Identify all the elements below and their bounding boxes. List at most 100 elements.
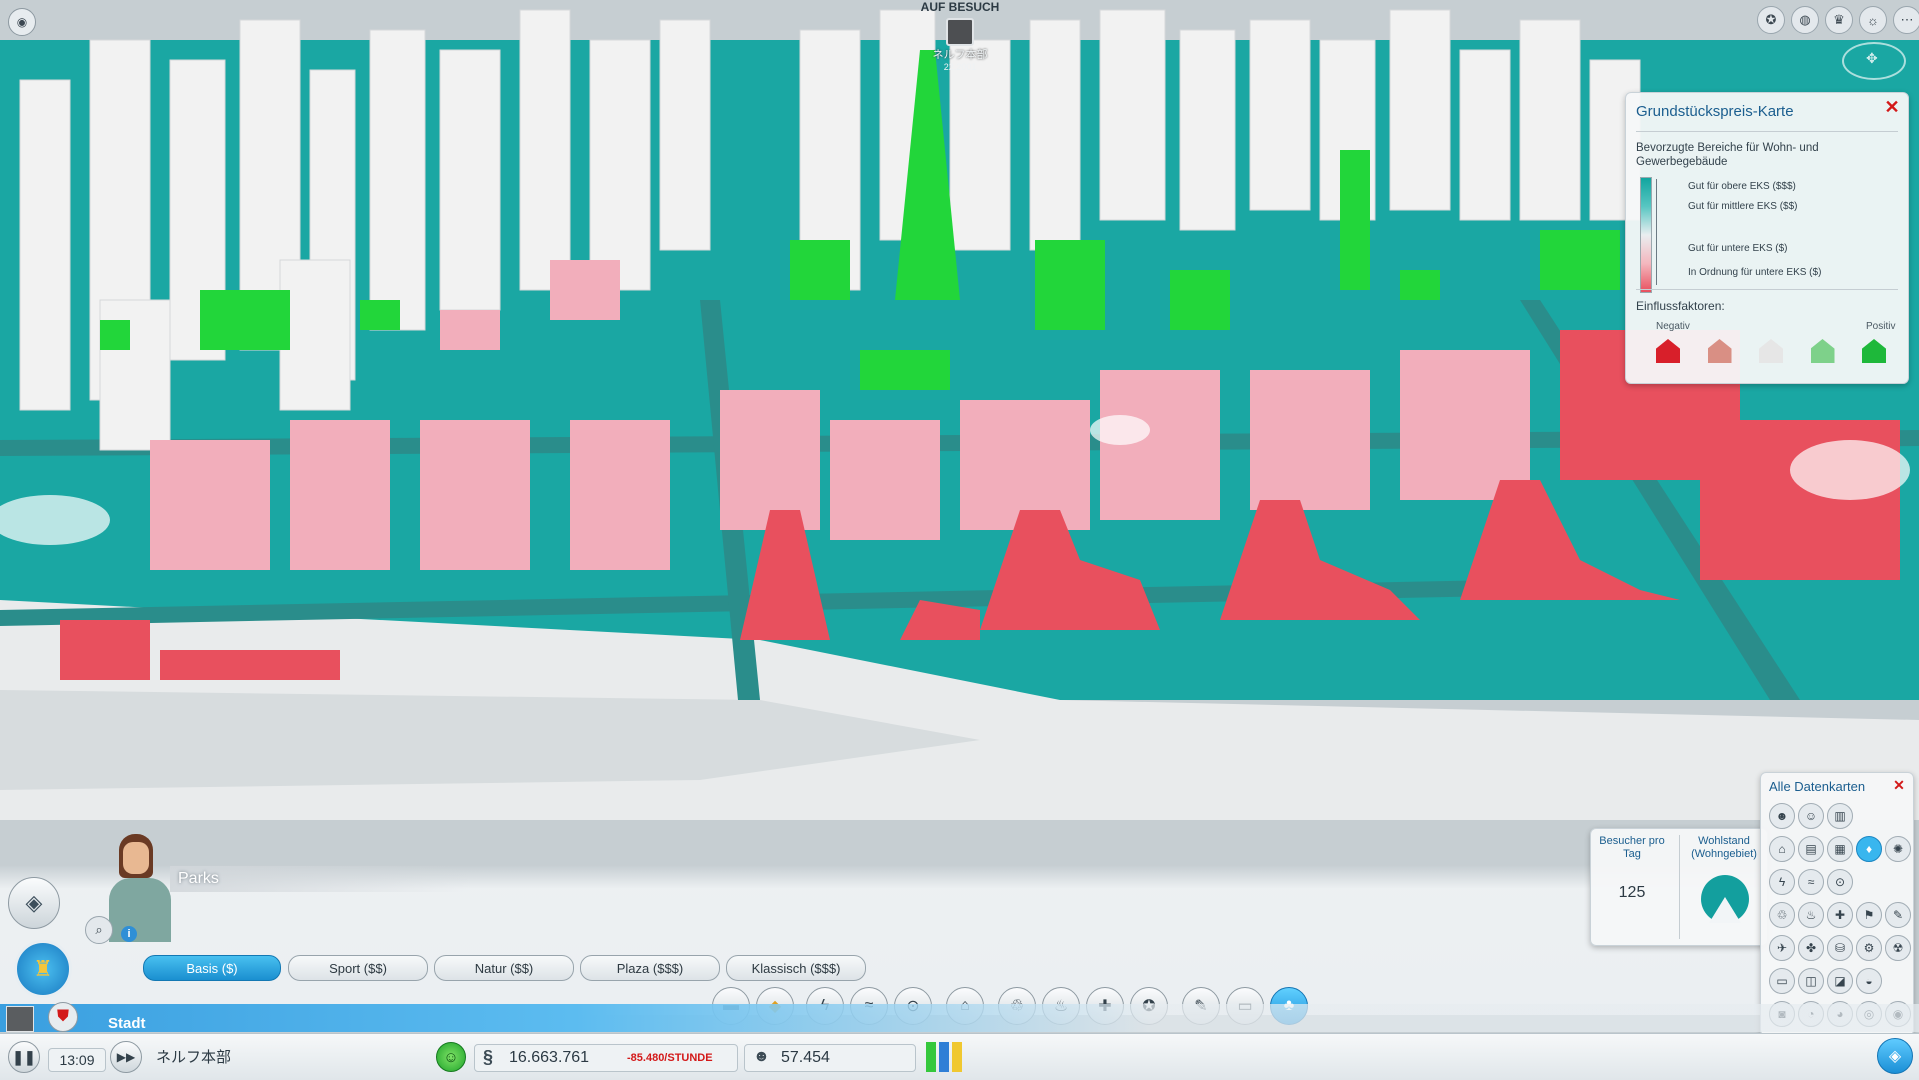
tourism-map-icon[interactable]: ✈ xyxy=(1769,935,1795,961)
region-shield-button[interactable]: ⛊ xyxy=(48,1002,78,1032)
happiness-map-icon[interactable]: ☺ xyxy=(1798,803,1824,829)
tab-park-sport[interactable]: Sport ($$) xyxy=(288,955,428,981)
pollution-map-icon[interactable]: ✺ xyxy=(1885,836,1911,862)
oil-map-icon[interactable]: ⛁ xyxy=(1827,935,1853,961)
camera-rotate-control[interactable]: ✥ xyxy=(1842,42,1906,80)
income-value: -85.480/STUNDE xyxy=(627,1052,713,1064)
factors-label: Einflussfaktoren: xyxy=(1636,299,1725,313)
info-icon[interactable]: i xyxy=(121,926,137,942)
population-map-icon[interactable]: ☻ xyxy=(1769,803,1795,829)
visitors-label: Besucher pro Tag xyxy=(1599,835,1665,860)
demand-commercial-bar xyxy=(939,1042,949,1072)
factor-positive-house-icon xyxy=(1810,339,1835,363)
land-value-close-button[interactable]: ✕ xyxy=(1882,97,1902,117)
population-value: 57.454 xyxy=(781,1049,830,1066)
population-panel[interactable]: ☻ 57.454 xyxy=(744,1044,916,1072)
data-maps-close-button[interactable]: ✕ xyxy=(1889,775,1909,795)
weather-icon[interactable]: ☼ xyxy=(1859,6,1887,34)
factor-negative-house-icon xyxy=(1707,339,1732,363)
visitors-value: 125 xyxy=(1618,884,1646,901)
data-maps-grid: ☻ ☺ ▥ ⌂ ▤ ▦ ♦ ✺ ϟ ≈ ⊙ ♲ ♨ ✚ ⚑ ✎ ✈ ✤ ⛁ ⚙ … xyxy=(1769,803,1911,1027)
rci-demand-meter[interactable] xyxy=(926,1040,972,1072)
globe-icon[interactable]: ◍ xyxy=(1791,6,1819,34)
clock-display: 13:09 xyxy=(48,1048,106,1072)
water-map-icon[interactable]: ≈ xyxy=(1798,869,1824,895)
sewage-map-icon[interactable]: ⊙ xyxy=(1827,869,1853,895)
stats-divider xyxy=(1679,835,1680,939)
advisor-face xyxy=(123,842,149,874)
tab-park-classic[interactable]: Klassisch ($$$) xyxy=(726,955,866,981)
factors-row xyxy=(1656,339,1886,363)
land-value-title: Grundstückspreis-Karte xyxy=(1636,103,1794,120)
player-avatar-button[interactable] xyxy=(6,1006,34,1032)
wealth-label: Wohlstand (Wohngebiet) xyxy=(1691,835,1757,860)
ore-map-icon[interactable]: ⚙ xyxy=(1856,935,1882,961)
health-map-icon[interactable]: ✚ xyxy=(1827,902,1853,928)
factors-negative-label: Negativ xyxy=(1656,321,1690,332)
layer-toggle-button[interactable]: ◈ xyxy=(8,877,60,929)
tab-park-plaza[interactable]: Plaza ($$$) xyxy=(580,955,720,981)
region-strip xyxy=(0,1004,1919,1032)
ferry-map-icon[interactable]: ◒ xyxy=(1856,968,1882,994)
density-map-icon[interactable]: ▥ xyxy=(1827,803,1853,829)
visiting-label: AUF BESUCH xyxy=(920,0,1000,14)
visiting-city-name: ネルフ本部 xyxy=(932,49,988,61)
layers-icon: ◈ xyxy=(25,890,43,915)
demand-residential-bar xyxy=(926,1042,936,1072)
badge-icon[interactable]: ✪ xyxy=(1757,6,1785,34)
fire-map-icon[interactable]: ♨ xyxy=(1798,902,1824,928)
train-map-icon[interactable]: ◪ xyxy=(1827,968,1853,994)
tram-map-icon[interactable]: ◫ xyxy=(1798,968,1824,994)
menu-icon[interactable]: ⋯ xyxy=(1893,6,1919,34)
power-map-icon[interactable]: ϟ xyxy=(1769,869,1795,895)
crime-map-icon[interactable]: ⚑ xyxy=(1856,902,1882,928)
tab-park-plaza-label: Plaza ($$$) xyxy=(616,960,684,976)
pause-button[interactable]: ❚❚ xyxy=(8,1041,40,1073)
tab-park-basic-label: Basis ($) xyxy=(186,960,238,976)
tab-park-nature[interactable]: Natur ($$) xyxy=(434,955,574,981)
land-value-map-icon[interactable]: ♦ xyxy=(1856,836,1882,862)
visiting-badge[interactable]: AUF BESUCH ネルフ本部 22.2001 xyxy=(905,0,1015,80)
camera-arrows-icon: ✥ xyxy=(1866,50,1878,66)
visiting-city-sub: 22.2001 xyxy=(943,62,977,72)
pause-icon: ❚❚ xyxy=(12,1048,36,1065)
radiation-map-icon[interactable]: ☢ xyxy=(1885,935,1911,961)
commercial-map-icon[interactable]: ▤ xyxy=(1798,836,1824,862)
residential-map-icon[interactable]: ⌂ xyxy=(1769,836,1795,862)
chat-button[interactable]: ◉ xyxy=(8,8,36,36)
top-right-toolbar: ✪ ◍ ♛ ☼ ⋯ xyxy=(1757,6,1919,34)
advisor-portrait[interactable] xyxy=(105,832,185,942)
demand-industrial-bar xyxy=(952,1042,962,1072)
trophy-icon[interactable]: ♛ xyxy=(1825,6,1853,34)
park-stats-card: Besucher pro Tag 125 Wohlstand (Wohngebi… xyxy=(1590,828,1768,946)
smiley-icon: ☺ xyxy=(443,1048,459,1066)
zoom-magnifier-icon[interactable]: ⌕ xyxy=(85,916,113,944)
layers-stack-icon: ◈ xyxy=(1888,1048,1902,1065)
wealth-gauge-icon xyxy=(1701,875,1749,923)
bus-map-icon[interactable]: ▭ xyxy=(1769,968,1795,994)
data-maps-panel: Alle Datenkarten ✕ ☻ ☺ ▥ ⌂ ▤ ▦ ♦ ✺ ϟ ≈ ⊙… xyxy=(1760,772,1914,1036)
garbage-map-icon[interactable]: ♲ xyxy=(1769,902,1795,928)
factor-strong-negative-house-icon xyxy=(1656,339,1680,363)
happiness-indicator[interactable]: ☺ xyxy=(436,1042,466,1072)
factors-positive-label: Positiv xyxy=(1866,321,1896,332)
legend-item-middle: Gut für mittlere EKS ($$) xyxy=(1688,201,1798,212)
education-map-icon[interactable]: ✎ xyxy=(1885,902,1911,928)
data-layers-button[interactable]: ◈ xyxy=(1877,1038,1913,1074)
tab-park-classic-label: Klassisch ($$$) xyxy=(751,960,841,976)
factor-strong-positive-house-icon xyxy=(1862,339,1886,363)
wealth-gauge-inner xyxy=(1709,897,1741,923)
wind-map-icon[interactable]: ✤ xyxy=(1798,935,1824,961)
tab-park-basic[interactable]: Basis ($) xyxy=(143,955,281,981)
city-hall-button[interactable]: ♜ xyxy=(14,940,72,998)
legend-item-upper: Gut für obere EKS ($$$) xyxy=(1688,181,1796,192)
data-maps-title: Alle Datenkarten xyxy=(1769,779,1866,794)
fast-forward-button[interactable]: ▶▶ xyxy=(110,1041,142,1073)
player-avatar-icon xyxy=(946,18,974,46)
land-value-gradient-bar xyxy=(1640,177,1652,293)
money-panel[interactable]: § 16.663.761 -85.480/STUNDE xyxy=(474,1044,738,1072)
chat-bubbles-icon: ◉ xyxy=(16,15,28,29)
industrial-map-icon[interactable]: ▦ xyxy=(1827,836,1853,862)
land-value-description: Bevorzugte Bereiche für Wohn- und Gewerb… xyxy=(1636,142,1819,168)
legend-item-ok-lower: In Ordnung für untere EKS ($) xyxy=(1688,267,1822,278)
